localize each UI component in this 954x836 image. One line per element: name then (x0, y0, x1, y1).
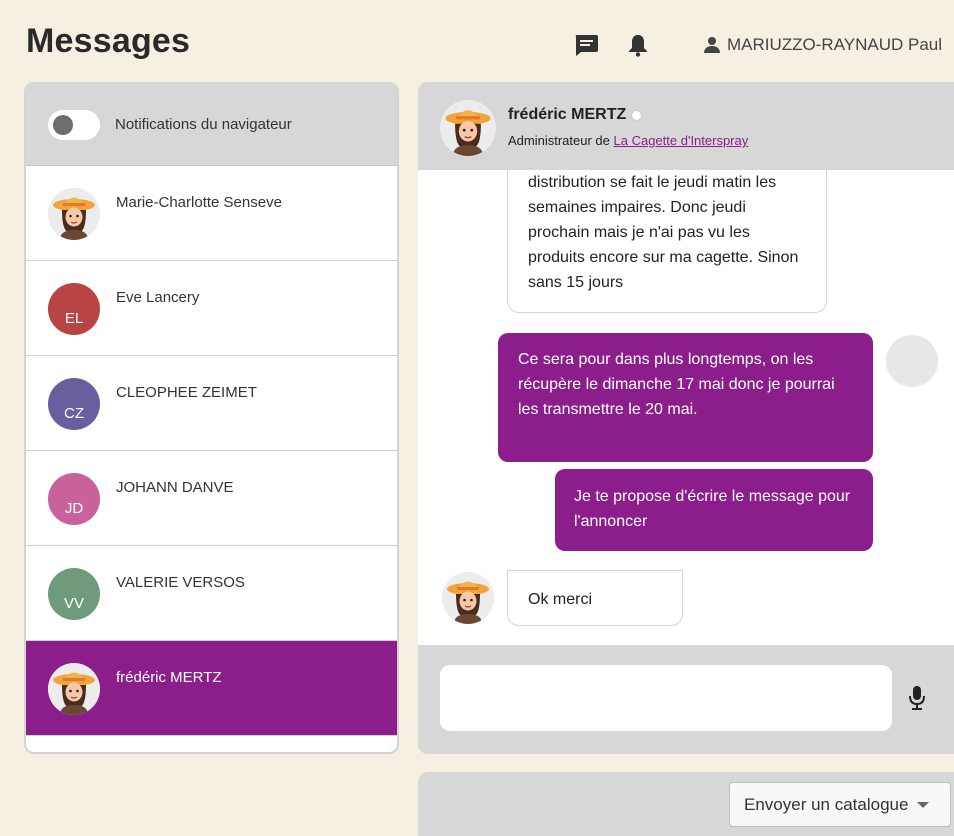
header-icons (570, 30, 674, 60)
chat-contact-role: Administrateur de La Cagette d'Interspra… (508, 133, 748, 148)
bell-icon[interactable] (622, 30, 654, 60)
conversation-name: CLEOPHEE ZEIMET (116, 384, 257, 401)
messages-page: Messages MARIUZZO-RAYNAUD Paul Notificat… (0, 0, 954, 836)
conversation-name: VALERIE VERSOS (116, 574, 245, 591)
own-avatar (886, 335, 938, 387)
send-catalog-label: Envoyer un catalogue (744, 794, 909, 814)
conversation-panel: Notifications du navigateur Marie-Charlo… (24, 82, 399, 754)
farmer-avatar-icon[interactable] (440, 100, 496, 156)
status-offline-icon (631, 109, 643, 121)
conversation-item-cleophee-zeimet[interactable]: CZ CLEOPHEE ZEIMET (26, 356, 397, 451)
notifications-toggle[interactable] (48, 109, 100, 140)
message-outgoing: Ce sera pour dans plus longtemps, on les… (498, 333, 873, 462)
microphone-icon[interactable] (902, 680, 932, 716)
message-outgoing: Je te propose d'écrire le message pour l… (555, 469, 873, 551)
farmer-avatar-icon (48, 663, 100, 715)
message-incoming: Ok merci (507, 570, 683, 626)
contact-name-text: frédéric MERTZ (508, 106, 627, 123)
conversation-item-valerie-versos[interactable]: VV VALERIE VERSOS (26, 546, 397, 641)
conversation-name: JOHANN DANVE (116, 479, 234, 496)
caret-down-icon (917, 801, 930, 808)
avatar-initials: CZ (64, 404, 84, 422)
chat-header: frédéric MERTZ Administrateur de La Cage… (418, 82, 954, 170)
chat-icon[interactable] (570, 30, 602, 60)
conversation-name: Eve Lancery (116, 289, 200, 306)
avatar-initials: EL (64, 309, 84, 327)
conversation-name: Marie-Charlotte Senseve (116, 194, 282, 211)
role-prefix: Administrateur de (508, 133, 610, 148)
farmer-avatar-icon (442, 572, 494, 624)
chat-contact-name: frédéric MERTZ (508, 106, 643, 124)
page-title: Messages (26, 22, 191, 60)
user-name: MARIUZZO-RAYNAUD Paul (727, 35, 943, 54)
toggle-knob (53, 114, 73, 135)
user-icon (704, 37, 720, 53)
bottom-actions-bar: Envoyer un catalogue (418, 772, 954, 836)
avatar: CZ (48, 378, 100, 430)
farmer-avatar-icon (48, 188, 100, 240)
user-menu[interactable]: MARIUZZO-RAYNAUD Paul (703, 30, 942, 60)
conversation-name: frédéric MERTZ (116, 669, 222, 686)
send-catalog-dropdown[interactable]: Envoyer un catalogue (729, 782, 951, 827)
avatar: JD (48, 473, 100, 525)
avatar: VV (48, 568, 100, 620)
avatar-initials: JD (64, 499, 84, 517)
chat-panel: frédéric MERTZ Administrateur de La Cage… (418, 82, 954, 754)
browser-notifications-row: Notifications du navigateur (26, 84, 397, 166)
conversation-item-johann-danve[interactable]: JD JOHANN DANVE (26, 451, 397, 546)
avatar: EL (48, 283, 100, 335)
conversation-item-eve-lancery[interactable]: EL Eve Lancery (26, 261, 397, 356)
group-link[interactable]: La Cagette d'Interspray (614, 133, 749, 148)
message-input[interactable] (440, 665, 892, 731)
conversation-item-marie-charlotte[interactable]: Marie-Charlotte Senseve (26, 166, 397, 261)
avatar-initials: VV (63, 594, 84, 612)
message-incoming: distribution se fait le jeudi matin les … (507, 170, 827, 313)
notifications-toggle-label: Notifications du navigateur (115, 116, 292, 133)
conversation-item-frederic-mertz[interactable]: frédéric MERTZ (26, 641, 397, 736)
message-thread[interactable]: distribution se fait le jeudi matin les … (418, 170, 954, 645)
